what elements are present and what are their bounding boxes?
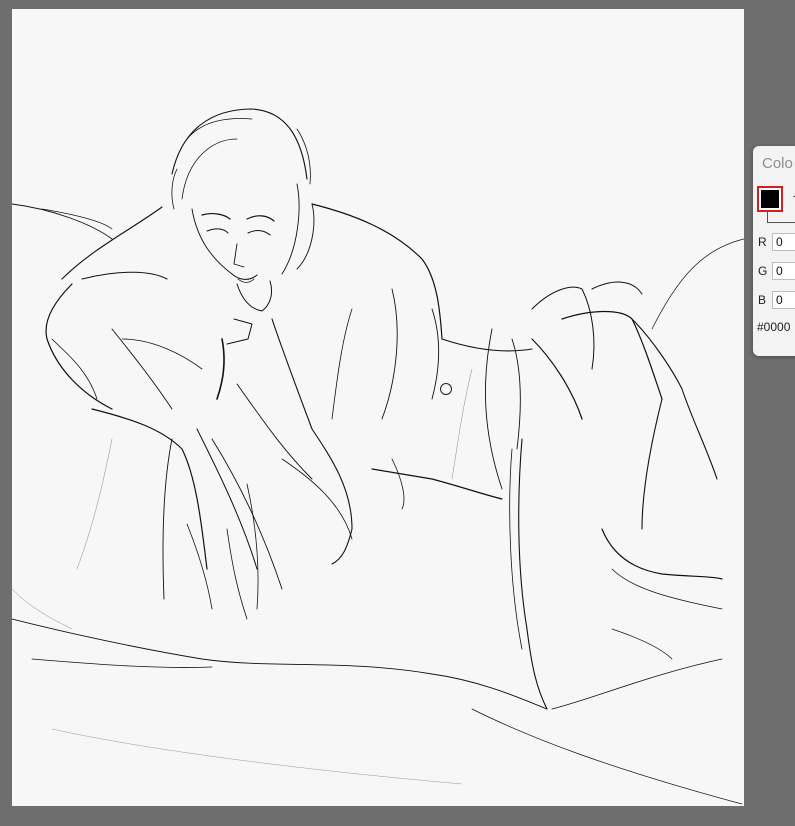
red-channel-input[interactable] — [772, 233, 795, 251]
red-channel-label: R — [758, 235, 767, 249]
swatch-connector — [767, 222, 795, 223]
green-channel-label: G — [758, 264, 768, 278]
sketch-artwork — [12, 108, 744, 805]
green-channel-row: G — [758, 262, 795, 280]
blue-channel-row: B — [758, 291, 795, 309]
green-channel-input[interactable] — [772, 262, 795, 280]
blue-channel-input[interactable] — [772, 291, 795, 309]
red-channel-row: R — [758, 233, 795, 251]
brush-circle-icon — [440, 383, 452, 395]
color-panel: Colo R G B #0000 — [753, 146, 795, 356]
current-color-swatch[interactable] — [757, 186, 783, 212]
hex-value[interactable]: #0000 — [757, 320, 790, 334]
current-color-fill — [761, 190, 779, 208]
blue-channel-label: B — [758, 293, 767, 307]
swatch-connector — [767, 212, 768, 222]
color-panel-title: Colo — [762, 155, 793, 172]
drawing-canvas[interactable] — [12, 9, 744, 806]
